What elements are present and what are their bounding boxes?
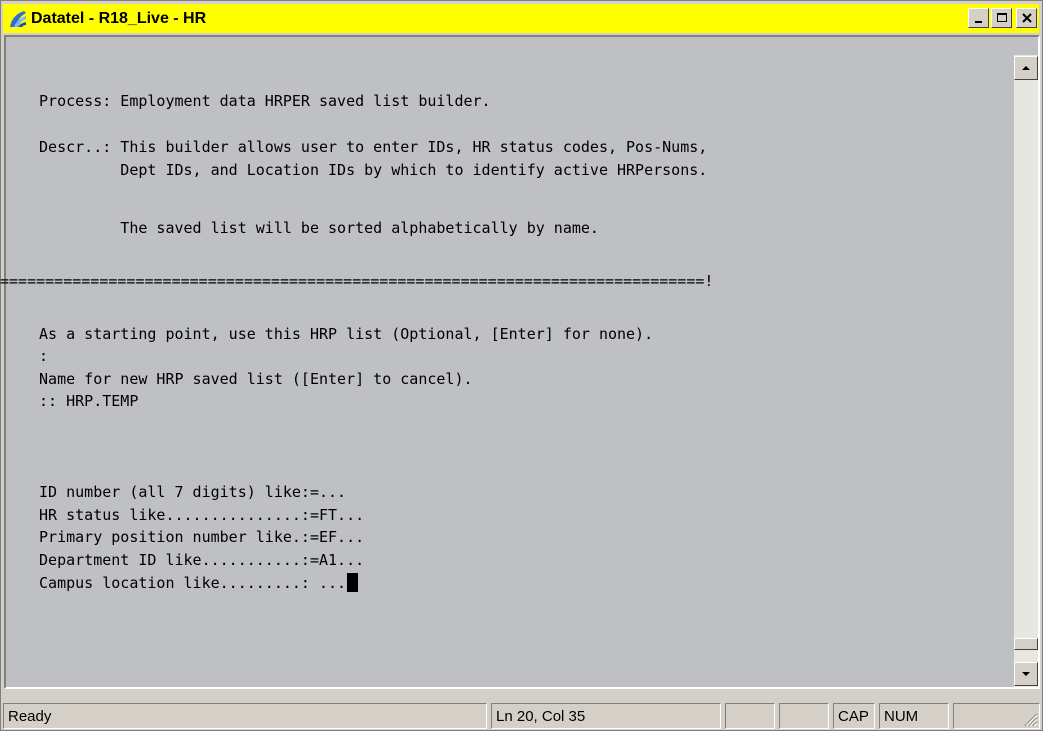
- minimize-button[interactable]: [968, 8, 989, 28]
- minimize-icon: [974, 21, 982, 23]
- vertical-scrollbar[interactable]: [1014, 55, 1038, 687]
- process-line: Process: Employment data HRPER saved lis…: [30, 92, 491, 110]
- window-title: Datatel - R18_Live - HR: [31, 9, 207, 27]
- field-line: Department ID like...........:=A1...: [30, 551, 365, 569]
- scroll-up-button[interactable]: [1014, 56, 1038, 80]
- status-text-panel: Ready: [3, 703, 487, 729]
- terminal-window: Datatel - R18_Live - HR Process: Employm…: [0, 0, 1043, 731]
- status-text: Ready: [8, 707, 52, 725]
- description-line: Dept IDs, and Location IDs by which to i…: [30, 161, 708, 179]
- description-line: Descr..: This builder allows user to ent…: [30, 138, 708, 156]
- scroll-down-button[interactable]: [1014, 662, 1038, 686]
- terminal-screen[interactable]: Process: Employment data HRPER saved lis…: [0, 35, 1040, 689]
- status-panel-empty: [779, 703, 829, 729]
- maximize-button[interactable]: [991, 8, 1012, 28]
- cursor-position-panel: Ln 20, Col 35: [491, 703, 721, 729]
- text-cursor: [347, 573, 359, 592]
- prompt-input: :: HRP.TEMP: [30, 392, 139, 410]
- datatel-icon[interactable]: [8, 9, 28, 29]
- cursor-position: Ln 20, Col 35: [496, 707, 586, 725]
- arrow-up-icon: [1022, 66, 1030, 70]
- close-icon: [1021, 13, 1032, 23]
- close-button[interactable]: [1016, 8, 1037, 28]
- separator-line: ========================================…: [0, 272, 714, 290]
- prompt-line: As a starting point, use this HRP list (…: [30, 325, 654, 343]
- field-label: Campus location like.........: ...: [30, 574, 347, 592]
- arrow-down-icon: [1022, 672, 1030, 676]
- description-line: The saved list will be sorted alphabetic…: [30, 219, 599, 237]
- prompt-line: Name for new HRP saved list ([Enter] to …: [30, 370, 473, 388]
- caps-text: CAP: [838, 707, 869, 725]
- field-line: HR status like...............:=FT...: [30, 506, 365, 524]
- prompt-input: :: [30, 347, 49, 365]
- num-text: NUM: [884, 707, 919, 725]
- caps-lock-indicator: CAP: [833, 703, 875, 729]
- field-line: Primary position number like.:=EF...: [30, 528, 365, 546]
- status-panel-empty: [725, 703, 775, 729]
- title-bar[interactable]: Datatel - R18_Live - HR: [3, 4, 1039, 33]
- resize-grip-icon[interactable]: [1020, 709, 1038, 727]
- num-lock-indicator: NUM: [879, 703, 949, 729]
- field-line: ID number (all 7 digits) like:=...: [30, 483, 347, 501]
- active-field-line: Campus location like.........: ...: [30, 573, 359, 592]
- scroll-thumb[interactable]: [1014, 638, 1038, 650]
- maximize-icon: [996, 13, 1007, 22]
